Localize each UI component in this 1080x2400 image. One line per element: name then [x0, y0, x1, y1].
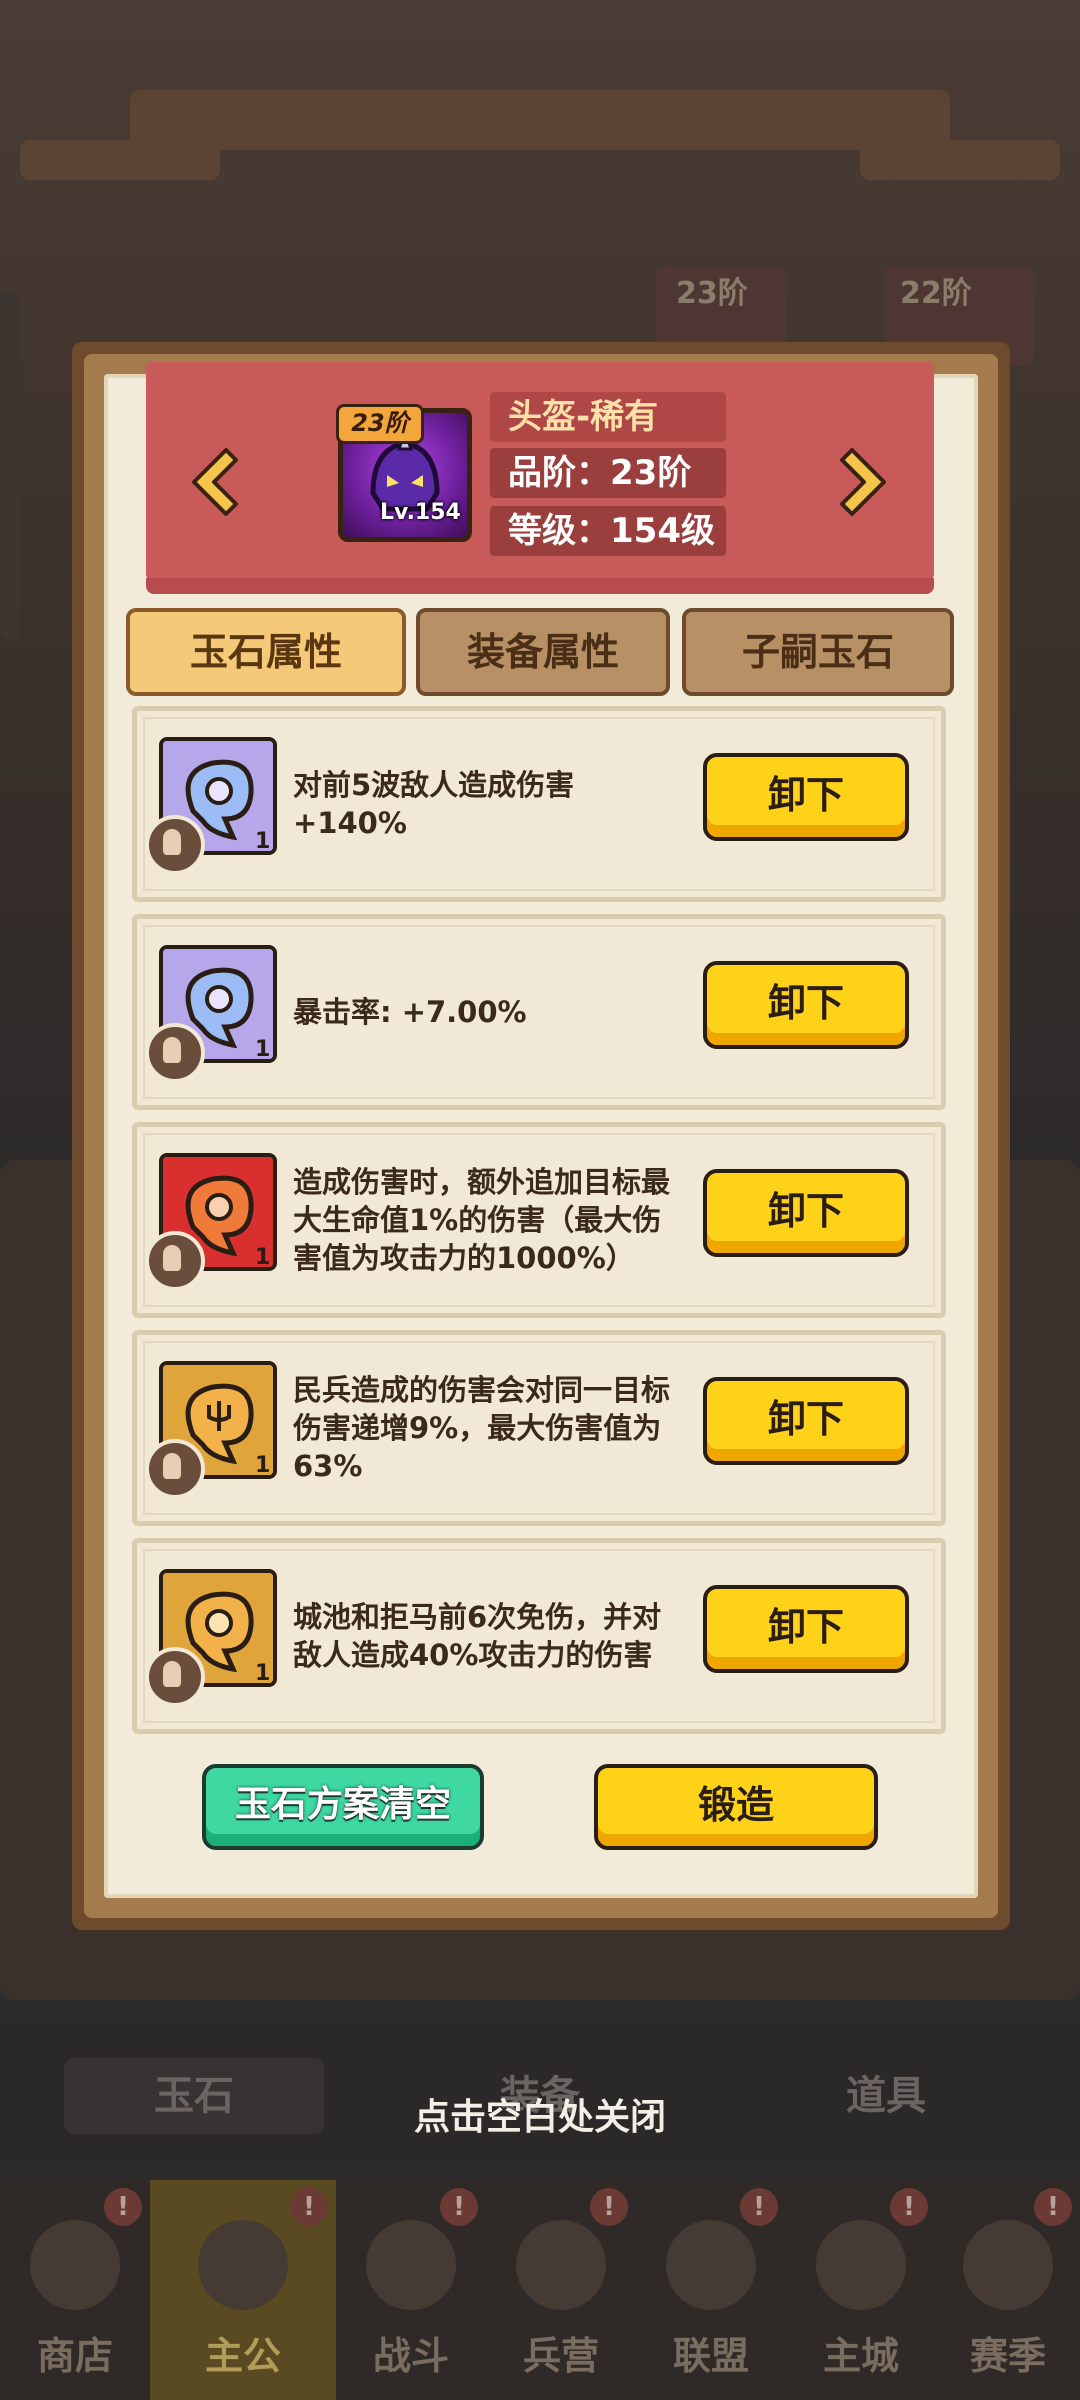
- battle-icon: [366, 2220, 456, 2310]
- gem-description: 民兵造成的伤害会对同一目标伤害递增9%，最大伤害值为63%: [293, 1373, 671, 1483]
- gem-count: 1: [255, 829, 271, 854]
- nav-label: 战斗: [372, 2334, 449, 2378]
- gem-row: 1 城池和拒马前6次免伤，并对敌人造成40%攻击力的伤害 卸下: [132, 1538, 946, 1734]
- lord-icon: [198, 2220, 288, 2310]
- nav-battle: ! 战斗: [336, 2180, 486, 2400]
- clear-jade-plan-button[interactable]: 玉石方案清空: [202, 1764, 484, 1850]
- nav-label: 联盟: [672, 2334, 749, 2378]
- gem-count: 1: [255, 1453, 271, 1478]
- gem-count: 1: [255, 1245, 271, 1270]
- equipment-level-badge: Lv.154: [380, 500, 461, 525]
- hero-badge-icon: [145, 1439, 205, 1499]
- side-panel-left: [0, 290, 20, 640]
- bg-card-tier-2: 22阶: [900, 276, 972, 311]
- nav-label: 商店: [36, 2334, 113, 2378]
- prev-arrow-button[interactable]: [186, 446, 240, 518]
- gem-row: 1 对前5波敌人造成伤害+140% 卸下: [132, 706, 946, 902]
- chevron-right-icon: [840, 448, 886, 516]
- hero-badge-icon: [145, 1023, 205, 1083]
- alert-badge: !: [890, 2188, 928, 2226]
- tab-equipment-attributes[interactable]: 装备属性: [416, 608, 670, 696]
- equipment-grade: 品阶：23阶: [490, 448, 726, 498]
- city-icon: [816, 2220, 906, 2310]
- alert-badge: !: [290, 2188, 328, 2226]
- nav-lord: ! 主公: [150, 2180, 336, 2400]
- alert-badge: !: [590, 2188, 628, 2226]
- gem-count: 1: [255, 1037, 271, 1062]
- next-arrow-button[interactable]: [838, 446, 892, 518]
- gem-description: 城池和拒马前6次免伤，并对敌人造成40%攻击力的伤害: [293, 1600, 662, 1672]
- gem-row: 1 民兵造成的伤害会对同一目标伤害递增9%，最大伤害值为63% 卸下: [132, 1330, 946, 1526]
- nav-label: 赛季: [969, 2334, 1046, 2378]
- nav-shop: ! 商店: [0, 2180, 150, 2400]
- alert-badge: !: [740, 2188, 778, 2226]
- nav-city: ! 主城: [786, 2180, 936, 2400]
- nav-barracks: ! 兵营: [486, 2180, 636, 2400]
- tab-jade-attributes[interactable]: 玉石属性: [126, 608, 406, 696]
- shop-icon: [30, 2220, 120, 2310]
- close-hint: 点击空白处关闭: [413, 2097, 666, 2138]
- equipment-name: 头盔-稀有: [490, 392, 726, 442]
- unload-button[interactable]: 卸下: [703, 1169, 909, 1257]
- unload-button[interactable]: 卸下: [703, 961, 909, 1049]
- gem-count: 1: [255, 1661, 271, 1686]
- chevron-left-icon: [192, 448, 238, 516]
- equipment-tier-badge: 23阶: [336, 404, 424, 444]
- palace-roof-left: [20, 140, 220, 180]
- unload-button[interactable]: 卸下: [703, 753, 909, 841]
- gem-description: 暴击率: +7.00%: [293, 995, 527, 1029]
- gem-row: 1 暴击率: +7.00% 卸下: [132, 914, 946, 1110]
- tab-heir-jade[interactable]: 子嗣玉石: [682, 608, 954, 696]
- gem-row: 1 造成伤害时，额外追加目标最大生命值1%的伤害（最大伤害值为攻击力的1000%…: [132, 1122, 946, 1318]
- nav-season: ! 赛季: [936, 2180, 1080, 2400]
- palace-roof: [130, 90, 950, 150]
- bg-card-tier-1: 23阶: [676, 276, 748, 311]
- gem-description: 造成伤害时，额外追加目标最大生命值1%的伤害（最大伤害值为攻击力的1000%）: [293, 1165, 671, 1275]
- hero-badge-icon: [145, 1231, 205, 1291]
- nav-label: 主公: [204, 2334, 281, 2378]
- nav-label: 兵营: [522, 2334, 599, 2378]
- forge-button[interactable]: 锻造: [594, 1764, 878, 1850]
- alert-badge: !: [104, 2188, 142, 2226]
- nav-alliance: ! 联盟: [636, 2180, 786, 2400]
- palace-roof-right: [860, 140, 1060, 180]
- alliance-icon: [666, 2220, 756, 2310]
- season-icon: [963, 2220, 1053, 2310]
- alert-badge: !: [440, 2188, 478, 2226]
- hero-badge-icon: [145, 815, 205, 875]
- equipment-level: 等级：154级: [490, 506, 726, 556]
- alert-badge: !: [1034, 2188, 1072, 2226]
- hero-badge-icon: [145, 1647, 205, 1707]
- unload-button[interactable]: 卸下: [703, 1585, 909, 1673]
- unload-button[interactable]: 卸下: [703, 1377, 909, 1465]
- nav-label: 主城: [822, 2334, 899, 2378]
- gem-description: 对前5波敌人造成伤害+140%: [293, 768, 575, 840]
- barracks-icon: [516, 2220, 606, 2310]
